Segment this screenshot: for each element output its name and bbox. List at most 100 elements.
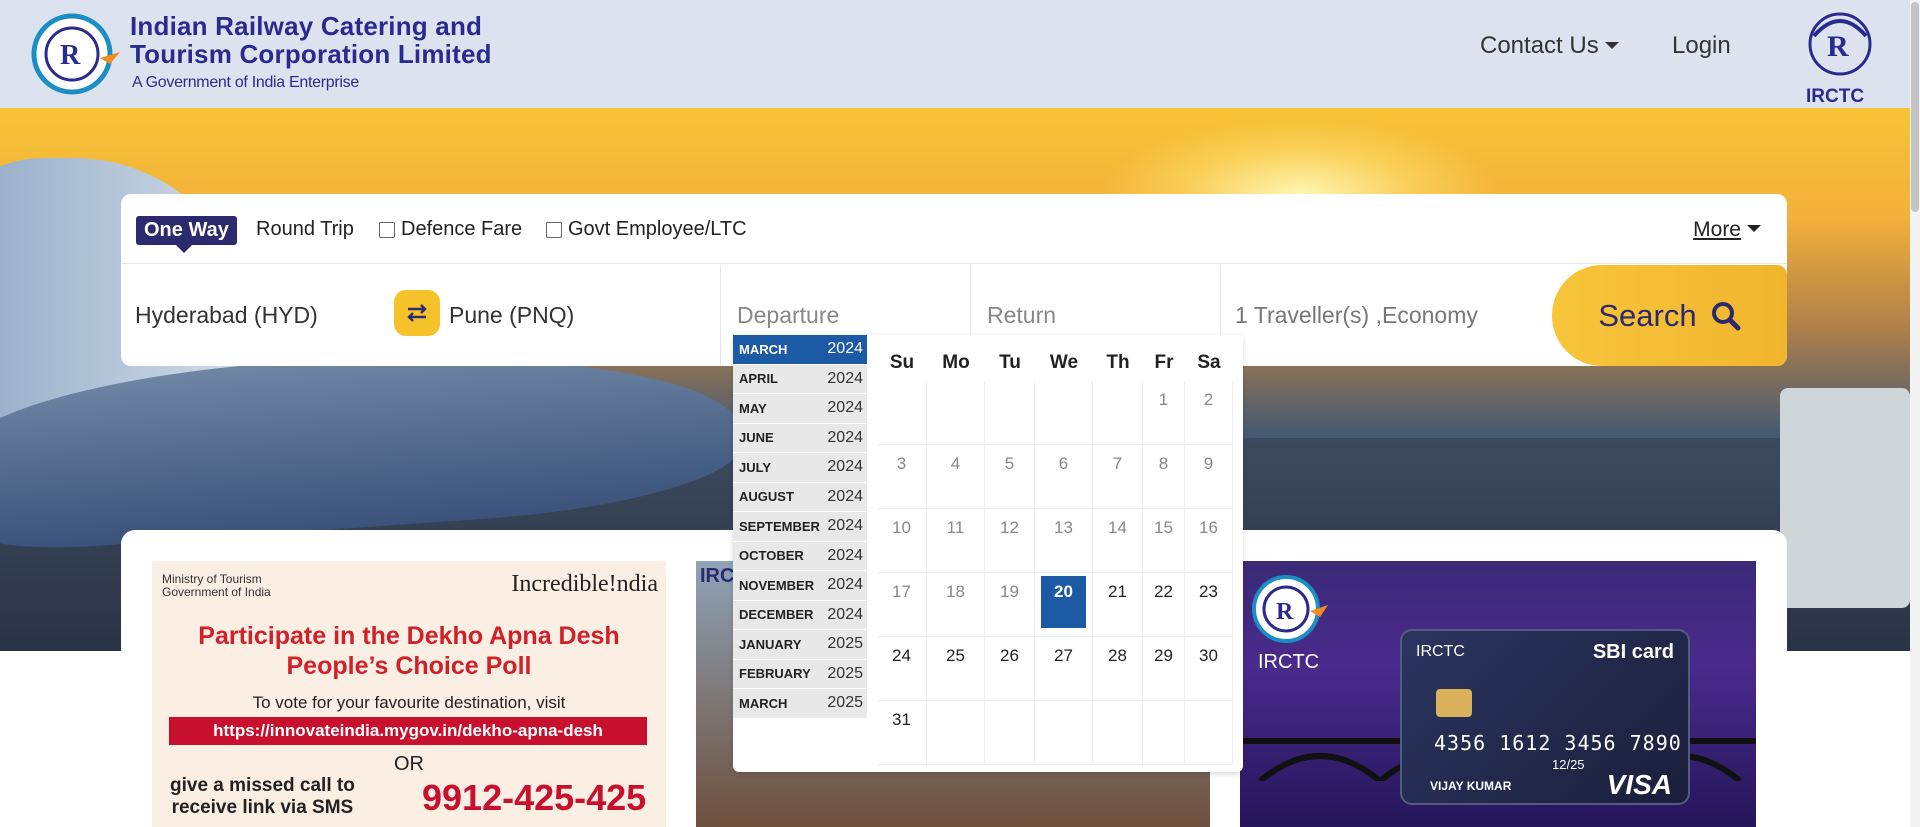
login-link[interactable]: Login [1672,32,1731,60]
page-scrollbar[interactable] [1910,0,1920,827]
day-cell[interactable]: 16 [1185,509,1233,573]
day-cell[interactable]: 8 [1143,445,1185,509]
day-cell[interactable]: 28 [1093,637,1143,701]
day-cell[interactable]: 30 [1185,637,1233,701]
defence-fare-checkbox[interactable]: Defence Fare [379,218,522,241]
chevron-down-icon [1604,41,1619,49]
checkbox-icon[interactable] [546,221,562,238]
month-name: JUNE [739,430,774,446]
month-name: JANUARY [739,636,802,652]
month-item[interactable]: MAY 2024 [733,394,867,424]
sbi-card-banner[interactable]: R IRCTC IRCTC SBI card 4356 1612 3456 78… [1240,561,1756,827]
day-cell[interactable]: 29 [1143,637,1185,701]
govt-employee-checkbox[interactable]: Govt Employee/LTC [546,218,747,241]
from-field[interactable]: Hyderabad (HYD) [121,265,421,366]
month-item[interactable]: MARCH 2025 [733,689,867,719]
svg-text:R: R [60,40,81,71]
chevron-down-icon [1747,225,1761,233]
dekho-apna-desh-banner[interactable]: Ministry of Tourism Government of India … [152,561,666,827]
card-number: 4356 1612 3456 7890 [1434,731,1682,755]
more-dropdown[interactable]: More [1693,218,1761,242]
irctc-logo-icon[interactable]: R [30,12,122,96]
day-cell[interactable]: 24 [877,637,927,701]
day-cell[interactable]: 12 [985,509,1035,573]
day-cell[interactable]: 21 [1093,573,1143,637]
month-name: FEBRUARY [739,666,811,682]
day-cell[interactable]: 13 [1035,509,1093,573]
day-cell[interactable]: 15 [1143,509,1185,573]
round-trip-tab[interactable]: Round Trip [256,218,354,241]
month-item[interactable]: JANUARY 2025 [733,630,867,660]
defence-fare-label: Defence Fare [401,218,523,240]
day-cell[interactable]: 18 [927,573,985,637]
month-item[interactable]: AUGUST 2024 [733,482,867,512]
month-item[interactable]: MARCH 2024 [733,335,867,365]
month-year: 2024 [827,487,863,505]
day-cell[interactable]: 3 [877,445,927,509]
day-cell[interactable]: 19 [985,573,1035,637]
month-item[interactable]: OCTOBER 2024 [733,541,867,571]
travellers-field[interactable]: 1 Traveller(s) ,Economy [1221,265,1551,366]
org-name-line2: Tourism Corporation Limited [130,39,492,69]
selected-day[interactable]: 20 [1041,576,1086,628]
day-cell[interactable]: 9 [1185,445,1233,509]
month-item[interactable]: FEBRUARY 2025 [733,659,867,689]
day-cell[interactable]: 20 [1035,573,1093,637]
day-cell[interactable]: 6 [1035,445,1093,509]
day-cell[interactable]: 25 [927,637,985,701]
swap-icon [407,304,427,322]
month-item[interactable]: DECEMBER 2024 [733,600,867,630]
day-cell[interactable]: 10 [877,509,927,573]
irctc-brandmark-icon[interactable]: R IRCTC [1800,6,1880,106]
month-list: MARCH 2024 APRIL 2024 MAY 2024 JUNE 2024 JULY 202… [733,335,867,719]
weekday-label: Sa [1197,352,1221,373]
month-name: SEPTEMBER [739,518,820,534]
day-cell[interactable]: 23 [1185,573,1233,637]
day-cell[interactable]: 4 [927,445,985,509]
month-item[interactable]: SEPTEMBER 2024 [733,512,867,542]
day-cell[interactable]: 5 [985,445,1035,509]
day-cell[interactable]: 7 [1093,445,1143,509]
month-item[interactable]: JULY 2024 [733,453,867,483]
month-year: 2025 [827,635,863,653]
weekday-label: We [1049,352,1079,373]
month-year: 2025 [827,694,863,712]
org-name-line1: Indian Railway Catering and [130,11,483,41]
svg-text:R: R [1827,30,1849,63]
irctc-label: IRCTC [1258,651,1320,673]
weekday-label: Su [889,352,915,373]
month-year: 2024 [827,340,863,358]
month-item[interactable]: APRIL 2024 [733,364,867,394]
month-name: APRIL [739,371,778,387]
month-year: 2024 [827,369,863,387]
org-name: Indian Railway Catering and Tourism Corp… [130,12,492,92]
month-item[interactable]: NOVEMBER 2024 [733,571,867,601]
day-cell[interactable]: 26 [985,637,1035,701]
search-button[interactable]: Search [1552,265,1787,366]
one-way-tab[interactable]: One Way [136,216,237,253]
month-year: 2024 [827,517,863,535]
missed-call-text: give a missed call to receive link via S… [170,775,355,818]
day-cell[interactable]: 11 [927,509,985,573]
contact-us-menu[interactable]: Contact Us [1480,32,1619,60]
swap-button[interactable] [394,290,440,336]
day-cell[interactable]: 31 [877,701,927,765]
to-field[interactable]: Pune (PNQ) [421,265,721,366]
month-item[interactable]: JUNE 2024 [733,423,867,453]
weekday-label: Fr [1154,352,1174,373]
day-cell[interactable]: 1 [1143,381,1185,445]
weekday-label: Th [1106,352,1130,373]
empty-day-cell [1143,701,1185,765]
day-cell[interactable]: 17 [877,573,927,637]
day-cell[interactable]: 22 [1143,573,1185,637]
day-cell[interactable]: 14 [1093,509,1143,573]
day-cell[interactable]: 27 [1035,637,1093,701]
day-cell[interactable]: 2 [1185,381,1233,445]
poll-url: https://innovateindia.mygov.in/dekho-apn… [169,717,647,745]
checkbox-icon[interactable] [379,221,395,238]
month-name: MARCH [739,341,788,357]
week-row: 24 25 26 27 28 29 30 [877,637,1233,701]
month-name: NOVEMBER [739,577,815,593]
brandmark-label: IRCTC [1806,86,1864,106]
scrollbar-thumb[interactable] [1911,2,1919,212]
